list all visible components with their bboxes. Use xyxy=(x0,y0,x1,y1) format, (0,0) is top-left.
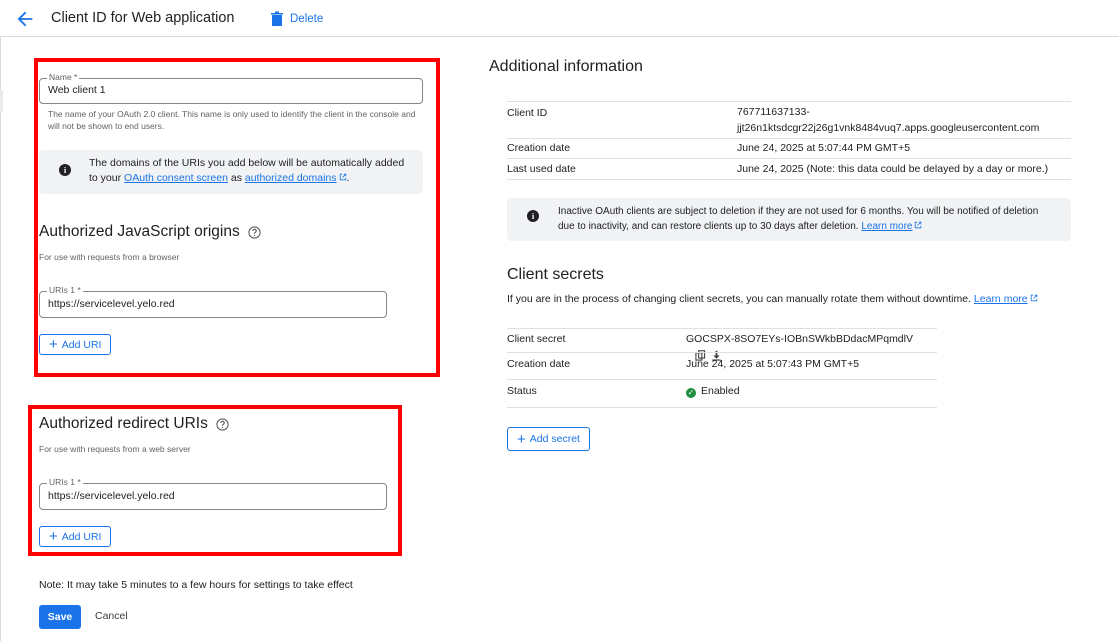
name-field-label: Name * xyxy=(47,72,80,82)
redirect-uri-label: URIs 1 * xyxy=(47,477,83,487)
table-row: Client ID 767711637133- jjt26n1ktsdcgr22j… xyxy=(507,101,1071,138)
page: Client ID for Web application Delete Nam… xyxy=(0,0,1119,641)
left-divider xyxy=(0,37,1,641)
client-secrets-title: Client secrets xyxy=(507,266,604,283)
last-used-date-key: Last used date xyxy=(507,163,576,175)
plus-icon: + xyxy=(49,336,58,353)
name-helper-text: The name of your OAuth 2.0 client. This … xyxy=(48,109,416,131)
save-button[interactable]: Save xyxy=(39,605,81,629)
domains-info-text: The domains of the URIs you add below wi… xyxy=(89,157,405,184)
help-icon[interactable] xyxy=(248,225,261,239)
highlight-box-top xyxy=(34,58,440,377)
settings-note: Note: It may take 5 minutes to a few hou… xyxy=(39,579,353,591)
back-button[interactable] xyxy=(14,8,36,30)
secret-creation-date-value: June 24, 2025 at 5:07:43 PM GMT+5 xyxy=(686,358,860,370)
table-row: Creation date June 24, 2025 at 5:07:44 P… xyxy=(507,138,1071,158)
creation-date-key: Creation date xyxy=(507,142,571,154)
delete-button[interactable]: Delete xyxy=(270,9,323,29)
learn-more-link[interactable]: Learn more xyxy=(861,221,912,232)
page-title: Client ID for Web application xyxy=(51,10,235,26)
additional-info-title: Additional information xyxy=(489,58,643,75)
creation-date-value: June 24, 2025 at 5:07:44 PM GMT+5 xyxy=(737,142,911,154)
name-input[interactable] xyxy=(48,84,392,96)
inactive-clients-note: i Inactive OAuth clients are subject to … xyxy=(507,198,1071,241)
js-origins-subtitle: For use with requests from a browser xyxy=(39,252,180,262)
external-link-icon xyxy=(915,221,922,229)
js-origins-title: Authorized JavaScript origins xyxy=(39,223,261,241)
name-field[interactable]: Name * xyxy=(39,72,423,104)
table-row: Last used date June 24, 2025 (Note: this… xyxy=(507,158,1071,180)
table-row: Status ✓ Enabled xyxy=(507,379,937,408)
table-row: Client secret GOCSPX-8SO7EYs-IOBnSWkbBDd… xyxy=(507,328,937,361)
back-arrow-icon xyxy=(17,11,33,27)
add-redirect-uri-button[interactable]: + Add URI xyxy=(39,526,112,547)
oauth-consent-screen-link[interactable]: OAuth consent screen xyxy=(124,172,228,184)
inactive-clients-text: Inactive OAuth clients are subject to de… xyxy=(558,206,1039,232)
authorized-domains-link[interactable]: authorized domains xyxy=(245,172,337,184)
cancel-button[interactable]: Cancel xyxy=(95,610,128,622)
secret-creation-date-key: Creation date xyxy=(507,358,571,370)
help-icon[interactable] xyxy=(216,417,229,431)
last-used-date-value: June 24, 2025 (Note: this data could be … xyxy=(737,163,1049,175)
client-secret-key: Client secret xyxy=(507,333,566,345)
status-key: Status xyxy=(507,385,537,397)
status-value: ✓ Enabled xyxy=(686,385,740,398)
redirect-uri-field[interactable]: URIs 1 * xyxy=(39,477,387,510)
client-secrets-description: If you are in the process of changing cl… xyxy=(507,293,1038,305)
redirect-uri-input[interactable] xyxy=(48,490,360,502)
external-link-icon xyxy=(1030,294,1037,302)
add-js-origin-uri-button[interactable]: + Add URI xyxy=(39,334,112,355)
top-bar: Client ID for Web application Delete xyxy=(0,0,1119,37)
redirect-uris-title: Authorized redirect URIs xyxy=(39,415,229,433)
js-origin-uri-field[interactable]: URIs 1 * xyxy=(39,285,387,318)
check-circle-icon: ✓ xyxy=(686,388,696,398)
info-icon: i xyxy=(59,164,71,176)
client-id-key: Client ID xyxy=(507,107,548,119)
learn-more-link[interactable]: Learn more xyxy=(974,293,1028,305)
redirect-uris-subtitle: For use with requests from a web server xyxy=(39,444,191,454)
client-id-value: 767711637133- jjt26n1ktsdcgr22j26g1vnk848… xyxy=(737,106,1040,134)
info-icon: i xyxy=(527,210,539,222)
domains-info-note: i The domains of the URIs you add below … xyxy=(39,150,423,194)
delete-label: Delete xyxy=(290,13,324,25)
external-link-icon xyxy=(339,173,346,181)
left-edge-marker xyxy=(0,90,3,112)
trash-icon xyxy=(271,11,283,26)
add-secret-button[interactable]: + Add secret xyxy=(507,427,590,451)
additional-info-table: Client ID 767711637133- jjt26n1ktsdcgr22j… xyxy=(507,101,1071,181)
plus-icon: + xyxy=(49,528,58,545)
plus-icon: + xyxy=(517,430,526,448)
client-secrets-table: Client secret GOCSPX-8SO7EYs-IOBnSWkbBDd… xyxy=(507,328,937,409)
js-origin-uri-label: URIs 1 * xyxy=(47,285,83,295)
table-row: Creation date June 24, 2025 at 5:07:43 P… xyxy=(507,352,937,379)
js-origin-uri-input[interactable] xyxy=(48,298,360,310)
